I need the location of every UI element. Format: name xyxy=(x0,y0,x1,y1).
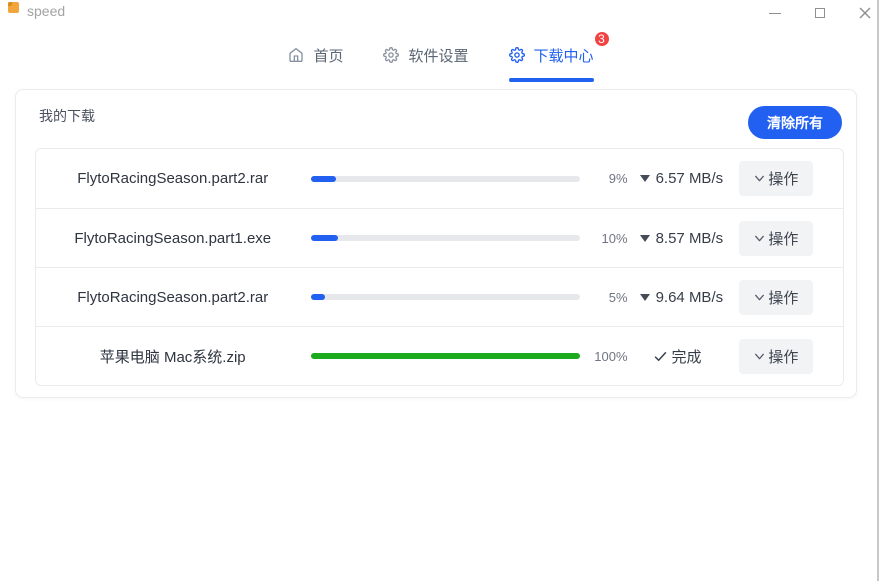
panel-title: 我的下载 xyxy=(39,106,95,126)
row-action-label: 操作 xyxy=(768,287,798,308)
download-arrow-icon xyxy=(640,175,650,182)
downloads-panel: 我的下载 清除所有 FlytoRacingSeason.part2.rar 9% 6… xyxy=(15,89,857,398)
close-icon xyxy=(859,7,871,19)
download-status-label: 完成 xyxy=(672,346,702,367)
gear-icon xyxy=(509,47,525,63)
app-logo-icon xyxy=(8,2,19,13)
row-action-button[interactable]: 操作 xyxy=(739,221,813,256)
tab-settings-label: 软件设置 xyxy=(408,45,468,66)
row-action-label: 操作 xyxy=(768,228,798,249)
progress-bar xyxy=(311,235,580,241)
row-action-label: 操作 xyxy=(768,168,798,189)
tab-settings[interactable]: 软件设置 xyxy=(383,42,468,68)
download-speed: 6.57 MB/s xyxy=(656,170,724,187)
home-icon xyxy=(288,47,304,63)
download-status: 6.57 MB/s xyxy=(640,170,739,187)
row-action-button[interactable]: 操作 xyxy=(739,280,813,315)
progress-percent: 5% xyxy=(580,290,628,305)
progress-fill xyxy=(311,235,338,241)
check-icon xyxy=(653,349,668,364)
tab-download-center[interactable]: 下载中心 3 xyxy=(509,42,594,68)
progress-bar xyxy=(311,353,580,359)
download-row: FlytoRacingSeason.part1.exe 10% 8.57 MB/s 操… xyxy=(36,208,843,267)
download-row: FlytoRacingSeason.part2.rar 5% 9.64 MB/s 操作 xyxy=(36,267,843,326)
close-button[interactable] xyxy=(858,6,872,20)
download-list: FlytoRacingSeason.part2.rar 9% 6.57 MB/s 操作… xyxy=(35,148,844,386)
chevron-down-icon xyxy=(753,232,766,245)
titlebar: speed xyxy=(0,0,882,26)
window-controls xyxy=(768,0,872,26)
download-row: 苹果电脑 Mac系统.zip 100% 完成 操作 xyxy=(36,326,843,385)
progress-fill xyxy=(311,294,324,300)
row-action-button[interactable]: 操作 xyxy=(739,161,813,196)
download-count-badge: 3 xyxy=(593,30,611,48)
tab-home[interactable]: 首页 xyxy=(288,42,343,68)
download-arrow-icon xyxy=(640,294,650,301)
row-action-button[interactable]: 操作 xyxy=(739,339,813,374)
scrollbar[interactable] xyxy=(877,0,879,581)
tab-download-center-label: 下载中心 xyxy=(534,45,594,66)
download-arrow-icon xyxy=(640,235,650,242)
chevron-down-icon xyxy=(753,350,766,363)
download-filename: FlytoRacingSeason.part2.rar xyxy=(36,289,309,306)
download-filename: 苹果电脑 Mac系统.zip xyxy=(36,346,309,367)
clear-all-button[interactable]: 清除所有 xyxy=(748,106,842,139)
download-status: 完成 xyxy=(640,346,739,367)
maximize-icon xyxy=(815,8,825,18)
progress-percent: 100% xyxy=(580,349,628,364)
app-title: speed xyxy=(27,3,65,19)
download-speed: 9.64 MB/s xyxy=(656,289,724,306)
chevron-down-icon xyxy=(753,172,766,185)
progress-percent: 9% xyxy=(580,171,628,186)
row-action-label: 操作 xyxy=(768,346,798,367)
maximize-button[interactable] xyxy=(813,6,827,20)
progress-fill xyxy=(311,353,580,359)
download-speed: 8.57 MB/s xyxy=(656,230,724,247)
tab-home-label: 首页 xyxy=(313,45,343,66)
main-nav: 首页 软件设置 下载中心 3 xyxy=(0,42,882,68)
download-filename: FlytoRacingSeason.part1.exe xyxy=(36,230,309,247)
download-filename: FlytoRacingSeason.part2.rar xyxy=(36,170,309,187)
progress-bar xyxy=(311,176,580,182)
download-row: FlytoRacingSeason.part2.rar 9% 6.57 MB/s 操作 xyxy=(36,149,843,208)
download-status: 8.57 MB/s xyxy=(640,230,739,247)
progress-percent: 10% xyxy=(580,231,628,246)
chevron-down-icon xyxy=(753,291,766,304)
progress-bar xyxy=(311,294,580,300)
minimize-icon xyxy=(769,13,781,14)
app-window: speed 首页 xyxy=(0,0,882,581)
download-status: 9.64 MB/s xyxy=(640,289,739,306)
gear-icon xyxy=(383,47,399,63)
progress-fill xyxy=(311,176,335,182)
minimize-button[interactable] xyxy=(768,6,782,20)
